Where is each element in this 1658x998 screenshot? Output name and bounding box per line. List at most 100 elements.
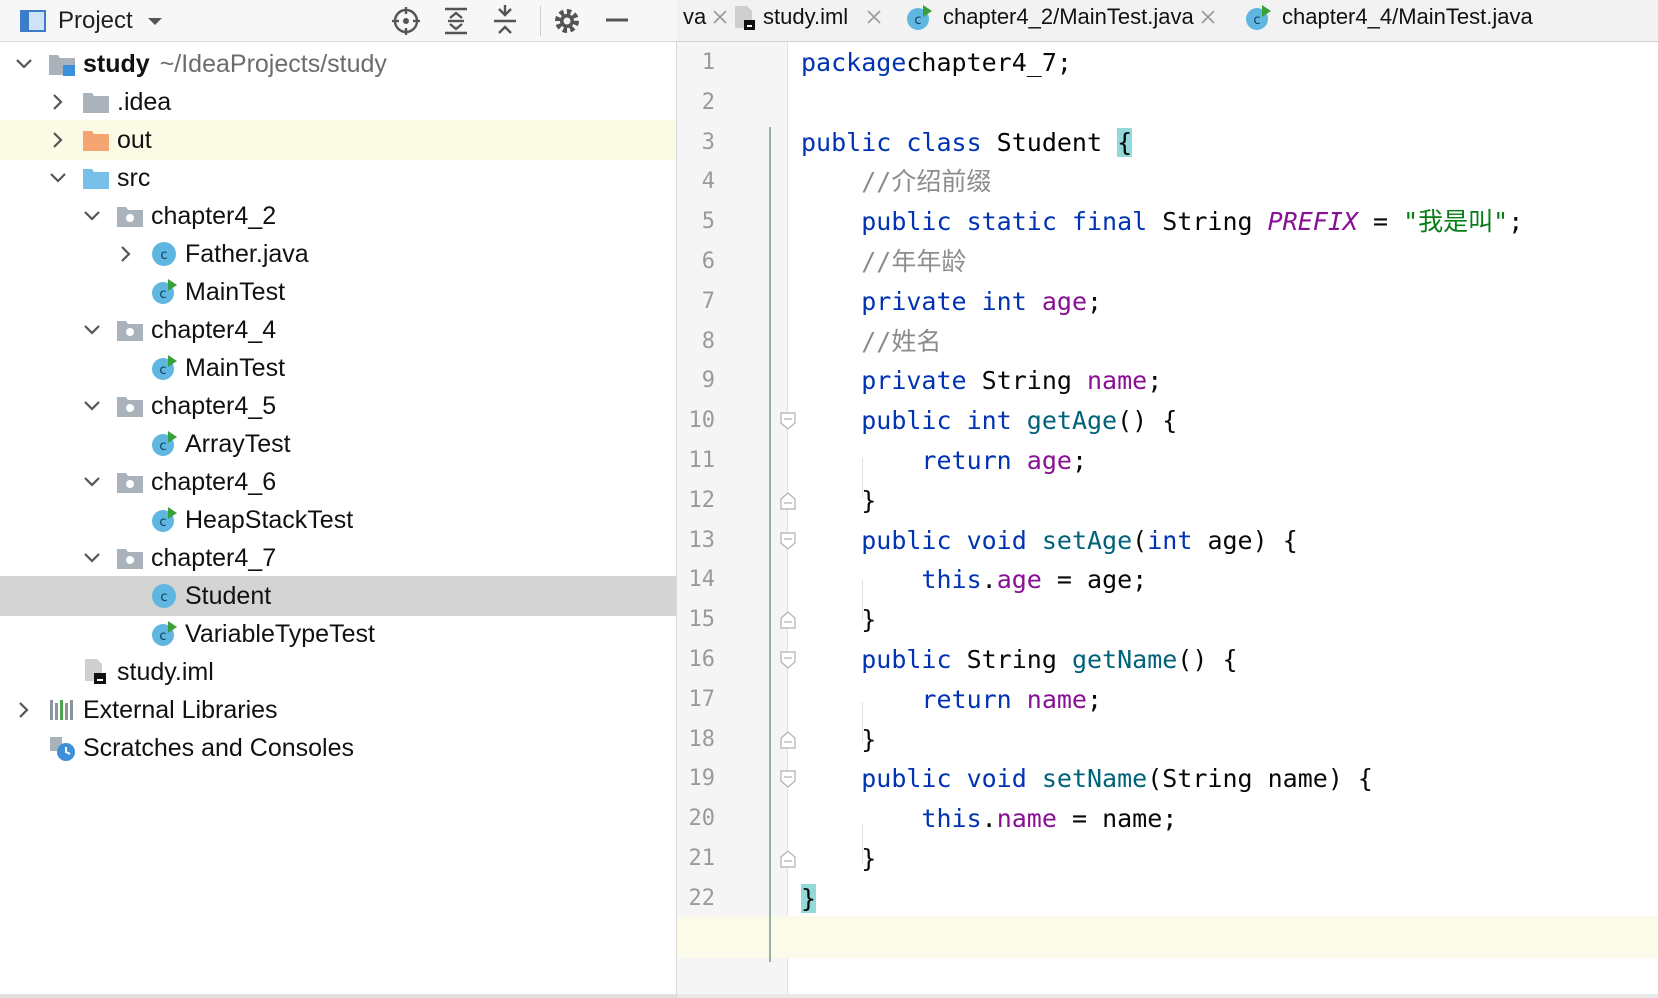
tree-item-chapter4-7[interactable]: chapter4_7 <box>0 538 676 578</box>
tree-item-maintest[interactable]: c MainTest <box>0 348 676 388</box>
tree-item-heapstacktest[interactable]: c HeapStackTest <box>0 500 676 540</box>
line-number[interactable]: 21 <box>677 838 716 880</box>
svg-text:c: c <box>160 590 167 605</box>
line-number[interactable]: 16 <box>677 639 716 681</box>
close-icon[interactable] <box>1199 8 1217 26</box>
code-line[interactable]: public void setName(String name) { <box>801 758 1373 800</box>
tree-item-chapter4-2[interactable]: chapter4_2 <box>0 196 676 236</box>
tree-item-chapter4-6[interactable]: chapter4_6 <box>0 462 676 502</box>
chevron-right-icon[interactable] <box>14 700 34 720</box>
fold-end-icon[interactable] <box>780 611 796 629</box>
tree-item-src[interactable]: src <box>0 158 676 198</box>
tree-item-external-libraries[interactable]: External Libraries <box>0 690 676 730</box>
line-number[interactable]: 1 <box>677 42 715 84</box>
line-number[interactable]: 19 <box>677 758 716 800</box>
line-number[interactable]: 2 <box>677 82 715 124</box>
code-line[interactable]: //姓名 <box>801 321 941 363</box>
line-number[interactable]: 14 <box>677 559 716 601</box>
tree-item-student[interactable]: c Student <box>0 576 676 616</box>
chevron-down-icon[interactable] <box>82 396 102 416</box>
line-number[interactable]: 4 <box>677 161 715 203</box>
code-line[interactable]: public void setAge(int age) { <box>801 520 1298 562</box>
editor-tab-chapter4-4-maintest[interactable]: c chapter4_4/MainTest.java <box>1244 0 1654 41</box>
tree-item-father-java[interactable]: c Father.java <box>0 234 676 274</box>
runnable-class-icon: c <box>152 431 177 456</box>
chevron-right-icon[interactable] <box>48 130 68 150</box>
line-number[interactable]: 12 <box>677 480 716 522</box>
line-number[interactable]: 15 <box>677 599 716 641</box>
collapse-all-icon[interactable] <box>488 4 522 38</box>
code-line[interactable]: } <box>801 878 817 920</box>
code-line[interactable]: //介绍前缀 <box>801 161 991 203</box>
code-line[interactable]: } <box>801 838 876 880</box>
tree-item-variabletypetest[interactable]: c VariableTypeTest <box>0 614 676 654</box>
code-line[interactable]: } <box>801 480 876 522</box>
chevron-down-icon[interactable] <box>82 320 102 340</box>
tree-item-maintest[interactable]: c MainTest <box>0 272 676 312</box>
code-line[interactable]: private int age; <box>801 281 1102 323</box>
line-number[interactable]: 17 <box>677 679 716 721</box>
fold-marker-icon[interactable] <box>780 651 796 669</box>
chevron-right-icon[interactable] <box>48 92 68 112</box>
project-view-icon[interactable] <box>16 4 50 38</box>
chevron-down-icon[interactable] <box>138 4 172 38</box>
code-line[interactable]: this.name = name; <box>801 798 1177 840</box>
line-number[interactable]: 9 <box>677 360 715 402</box>
code-token: age <box>1026 446 1072 475</box>
code-line[interactable]: this.age = age; <box>801 559 1147 601</box>
fold-marker-icon[interactable] <box>780 531 796 550</box>
tree-item-scratches-and-consoles[interactable]: Scratches and Consoles <box>0 728 676 768</box>
chevron-down-icon[interactable] <box>14 54 34 74</box>
chevron-down-icon[interactable] <box>82 548 102 568</box>
fold-end-icon[interactable] <box>780 730 796 749</box>
tree-item-arraytest[interactable]: c ArrayTest <box>0 424 676 464</box>
code-line[interactable]: } <box>801 599 876 641</box>
expand-all-icon[interactable] <box>439 4 473 38</box>
chevron-right-icon[interactable] <box>116 244 136 264</box>
tree-item-study-iml[interactable]: study.iml <box>0 652 676 692</box>
fold-end-icon[interactable] <box>780 492 796 510</box>
code-line[interactable]: } <box>801 719 876 761</box>
fold-end-icon[interactable] <box>780 850 796 868</box>
editor-tab-study-iml[interactable]: study.iml <box>731 0 896 41</box>
tree-item-out[interactable]: out <box>0 120 676 160</box>
line-number[interactable]: 7 <box>677 281 715 323</box>
code-line[interactable]: return name; <box>801 679 1102 721</box>
line-number[interactable]: 22 <box>677 878 716 920</box>
hide-panel-icon[interactable] <box>600 4 634 38</box>
editor-tab-chapter4-2-maintest[interactable]: c chapter4_2/MainTest.java <box>905 0 1225 41</box>
line-number[interactable]: 6 <box>677 241 715 283</box>
line-number[interactable]: 3 <box>677 122 715 164</box>
close-icon[interactable] <box>711 8 729 26</box>
gear-icon[interactable] <box>550 4 584 38</box>
code-line[interactable]: public static final String PREFIX = "我是叫… <box>801 201 1523 243</box>
chevron-down-icon[interactable] <box>82 206 102 226</box>
close-icon[interactable] <box>865 8 883 26</box>
vcs-change-marker[interactable] <box>769 127 771 962</box>
line-number[interactable]: 10 <box>677 400 716 442</box>
line-number[interactable]: 18 <box>677 719 716 761</box>
fold-marker-icon[interactable] <box>780 770 796 789</box>
line-number[interactable]: 11 <box>677 440 716 482</box>
tree-item--idea[interactable]: .idea <box>0 82 676 122</box>
locate-file-icon[interactable] <box>389 4 423 38</box>
code-line[interactable]: public int getAge() { <box>801 400 1177 442</box>
chevron-down-icon[interactable] <box>82 472 102 492</box>
iml-file-icon <box>85 659 106 684</box>
project-view-title[interactable]: Project <box>58 4 133 38</box>
code-line[interactable]: public class Student { <box>801 122 1133 164</box>
code-line[interactable]: packagechapter4_7; <box>801 42 1072 84</box>
chevron-down-icon[interactable] <box>48 168 68 188</box>
tree-item-chapter4-5[interactable]: chapter4_5 <box>0 386 676 426</box>
line-number[interactable]: 8 <box>677 321 715 363</box>
tree-item-chapter4-4[interactable]: chapter4_4 <box>0 310 676 350</box>
code-line[interactable]: return age; <box>801 440 1087 482</box>
line-number[interactable]: 5 <box>677 201 715 243</box>
code-line[interactable]: public String getName() { <box>801 639 1237 681</box>
fold-marker-icon[interactable] <box>780 412 796 430</box>
line-number[interactable]: 13 <box>677 520 716 562</box>
line-number[interactable]: 20 <box>677 798 716 840</box>
tree-item-study[interactable]: study ~/IdeaProjects/study <box>0 44 676 84</box>
code-line[interactable]: //年年龄 <box>801 241 966 283</box>
code-line[interactable]: private String name; <box>801 360 1162 402</box>
